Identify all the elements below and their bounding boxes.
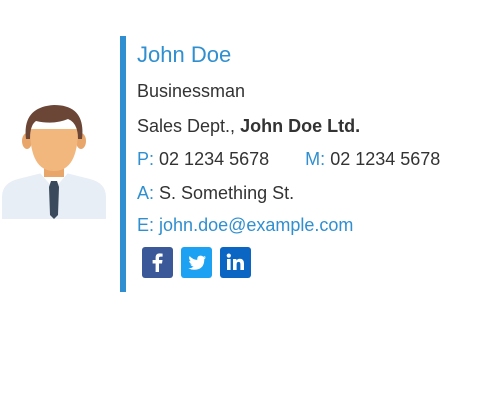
email-line: E: john.doe@example.com [137,214,353,236]
phone-label: P: [137,149,155,169]
address-label: A: [137,183,155,203]
contact-name: John Doe [137,42,232,67]
facebook-icon[interactable] [142,247,173,278]
email-label: E: [137,215,155,235]
phone-number[interactable]: 02 1234 5678 [159,149,269,169]
job-title: Businessman [137,81,246,101]
company-name: John Doe Ltd. [240,116,361,136]
department-line: Sales Dept., John Doe Ltd. [137,115,360,137]
mobile-number[interactable]: 02 1234 5678 [330,149,440,169]
phone-line: P: 02 1234 5678 M: 02 1234 5678 [137,148,440,170]
social-links [142,247,251,278]
twitter-icon[interactable] [181,247,212,278]
address-line: A: S. Something St. [137,182,294,204]
address: S. Something St. [159,183,295,203]
linkedin-icon[interactable] [220,247,251,278]
avatar [2,105,106,219]
vertical-divider [120,36,126,292]
email-link[interactable]: john.doe@example.com [159,215,353,235]
department: Sales Dept., [137,116,236,136]
mobile-label: M: [305,149,326,169]
